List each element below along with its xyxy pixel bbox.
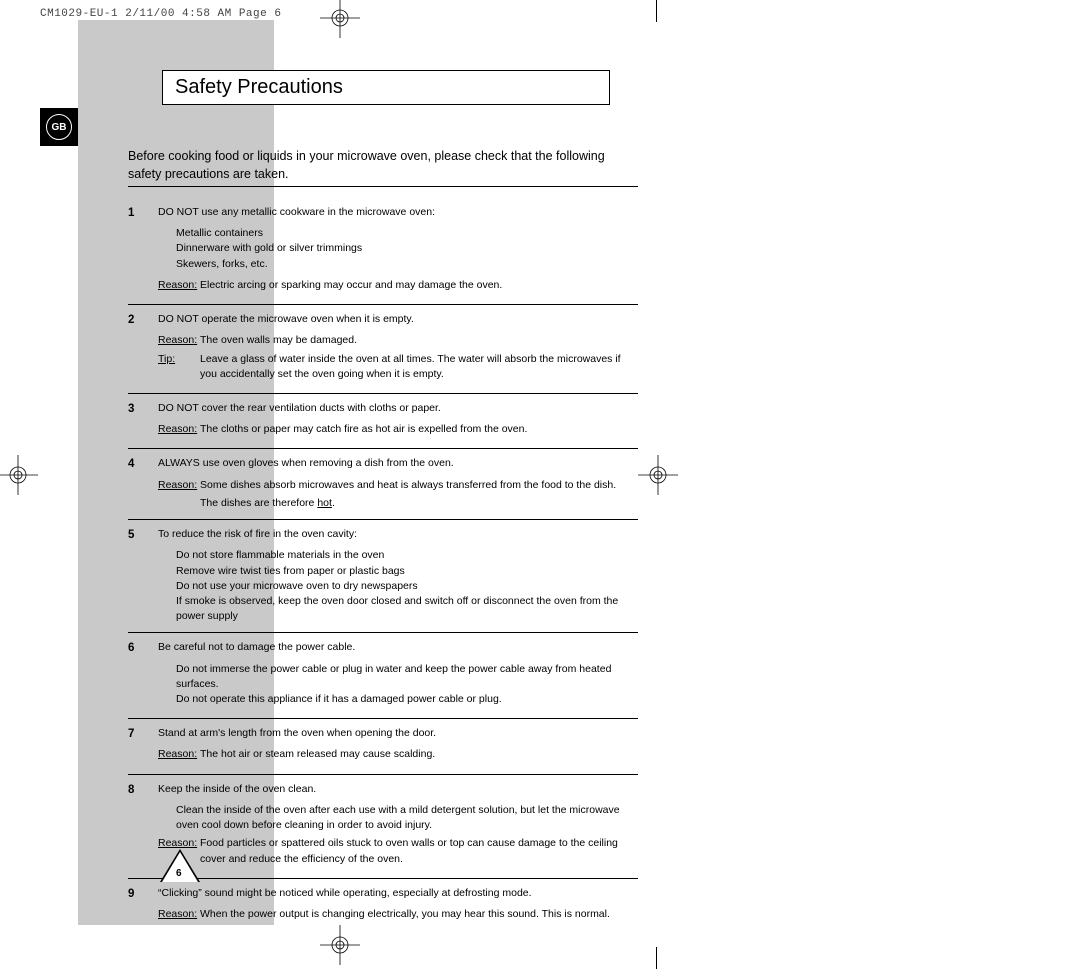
reason-extra: The dishes are therefore hot. xyxy=(200,496,638,511)
line: Do not use your microwave oven to dry ne… xyxy=(176,579,638,594)
intro-paragraph: Before cooking food or liquids in your m… xyxy=(128,148,638,183)
item-number: 6 xyxy=(128,640,158,710)
item-lead: ALWAYS use oven gloves when removing a d… xyxy=(158,456,638,471)
item-lines: Clean the inside of the oven after each … xyxy=(176,803,638,833)
trim-mark-bottom xyxy=(656,947,657,969)
item-number: 3 xyxy=(128,401,158,440)
sublist-line: Metallic containers xyxy=(176,226,638,241)
registration-mark-bottom xyxy=(320,925,360,965)
item-lead: To reduce the risk of fire in the oven c… xyxy=(158,527,638,542)
item-lead: DO NOT cover the rear ventilation ducts … xyxy=(158,401,638,416)
item-number: 7 xyxy=(128,726,158,765)
reason-text: When the power output is changing electr… xyxy=(200,907,638,922)
line: If smoke is observed, keep the oven door… xyxy=(176,594,638,624)
item-lead: “Clicking” sound might be noticed while … xyxy=(158,886,638,901)
intro-rule xyxy=(128,186,638,187)
reason-row: Reason:The cloths or paper may catch fir… xyxy=(158,422,638,437)
line: Do not store flammable materials in the … xyxy=(176,548,638,563)
item-number: 5 xyxy=(128,527,158,624)
item-number: 1 xyxy=(128,205,158,296)
item-number: 9 xyxy=(128,886,158,925)
precaution-item: 3DO NOT cover the rear ventilation ducts… xyxy=(128,394,638,449)
reason-label: Reason: xyxy=(158,422,200,437)
precaution-item: 4ALWAYS use oven gloves when removing a … xyxy=(128,449,638,520)
language-badge: GB xyxy=(40,108,78,146)
reason-text: The hot air or steam released may cause … xyxy=(200,747,638,762)
reason-label: Reason: xyxy=(158,478,200,493)
item-number: 2 xyxy=(128,312,158,385)
item-lead: Stand at arm's length from the oven when… xyxy=(158,726,638,741)
item-body: To reduce the risk of fire in the oven c… xyxy=(158,527,638,624)
reason-row: Reason:When the power output is changing… xyxy=(158,907,638,922)
reason-label: Reason: xyxy=(158,907,200,922)
reason-row: Reason:The oven walls may be damaged. xyxy=(158,333,638,348)
item-body: Be careful not to damage the power cable… xyxy=(158,640,638,710)
precaution-item: 7Stand at arm's length from the oven whe… xyxy=(128,719,638,774)
item-lead: DO NOT operate the microwave oven when i… xyxy=(158,312,638,327)
precaution-item: 5To reduce the risk of fire in the oven … xyxy=(128,520,638,633)
registration-mark-left xyxy=(0,455,38,495)
reason-row: Reason:The hot air or steam released may… xyxy=(158,747,638,762)
item-lines: Do not store flammable materials in the … xyxy=(176,548,638,624)
reason-text: The cloths or paper may catch fire as ho… xyxy=(200,422,638,437)
registration-mark-top xyxy=(320,0,360,38)
language-badge-label: GB xyxy=(46,114,72,140)
registration-mark-right xyxy=(638,455,678,495)
reason-row: Reason:Food particles or spattered oils … xyxy=(158,836,638,866)
reason-text: Electric arcing or sparking may occur an… xyxy=(200,278,638,293)
item-number: 8 xyxy=(128,782,158,870)
item-body: Keep the inside of the oven clean. Clean … xyxy=(158,782,638,870)
reason-row: Reason:Some dishes absorb microwaves and… xyxy=(158,478,638,493)
title-box: Safety Precautions xyxy=(162,70,610,105)
item-body: DO NOT use any metallic cookware in the … xyxy=(158,205,638,296)
item-number: 4 xyxy=(128,456,158,511)
line: Do not operate this appliance if it has … xyxy=(176,692,638,707)
line: Clean the inside of the oven after each … xyxy=(176,803,638,833)
item-body: “Clicking” sound might be noticed while … xyxy=(158,886,638,925)
reason-label: Reason: xyxy=(158,333,200,348)
item-lines: Do not immerse the power cable or plug i… xyxy=(176,662,638,708)
precaution-item: 8Keep the inside of the oven clean. Clean… xyxy=(128,775,638,879)
reason-row: Tip:Leave a glass of water inside the ov… xyxy=(158,352,638,382)
page-number: 6 xyxy=(176,868,182,879)
item-lead: DO NOT use any metallic cookware in the … xyxy=(158,205,638,220)
precaution-item: 2DO NOT operate the microwave oven when … xyxy=(128,305,638,394)
precaution-list: 1DO NOT use any metallic cookware in the… xyxy=(128,198,638,933)
line: Remove wire twist ties from paper or pla… xyxy=(176,564,638,579)
item-body: DO NOT cover the rear ventilation ducts … xyxy=(158,401,638,440)
precaution-item: 6Be careful not to damage the power cabl… xyxy=(128,633,638,719)
reason-text: Food particles or spattered oils stuck t… xyxy=(200,836,638,866)
item-sublist: Metallic containersDinnerware with gold … xyxy=(176,226,638,272)
line: Do not immerse the power cable or plug i… xyxy=(176,662,638,692)
sublist-line: Dinnerware with gold or silver trimmings xyxy=(176,241,638,256)
reason-label: Tip: xyxy=(158,352,200,382)
item-body: ALWAYS use oven gloves when removing a d… xyxy=(158,456,638,511)
reason-label: Reason: xyxy=(158,278,200,293)
item-body: Stand at arm's length from the oven when… xyxy=(158,726,638,765)
reason-text: Some dishes absorb microwaves and heat i… xyxy=(200,478,638,493)
reason-text: Leave a glass of water inside the oven a… xyxy=(200,352,638,382)
page-title: Safety Precautions xyxy=(175,76,343,99)
reason-label: Reason: xyxy=(158,747,200,762)
reason-row: Reason:Electric arcing or sparking may o… xyxy=(158,278,638,293)
precaution-item: 1DO NOT use any metallic cookware in the… xyxy=(128,198,638,305)
precaution-item: 9“Clicking” sound might be noticed while… xyxy=(128,879,638,933)
item-lead: Be careful not to damage the power cable… xyxy=(158,640,638,655)
item-lead: Keep the inside of the oven clean. xyxy=(158,782,638,797)
sublist-line: Skewers, forks, etc. xyxy=(176,257,638,272)
trim-mark-top xyxy=(656,0,657,22)
item-body: DO NOT operate the microwave oven when i… xyxy=(158,312,638,385)
reason-text: The oven walls may be damaged. xyxy=(200,333,638,348)
imprint-line: CM1029-EU-1 2/11/00 4:58 AM Page 6 xyxy=(40,8,281,20)
